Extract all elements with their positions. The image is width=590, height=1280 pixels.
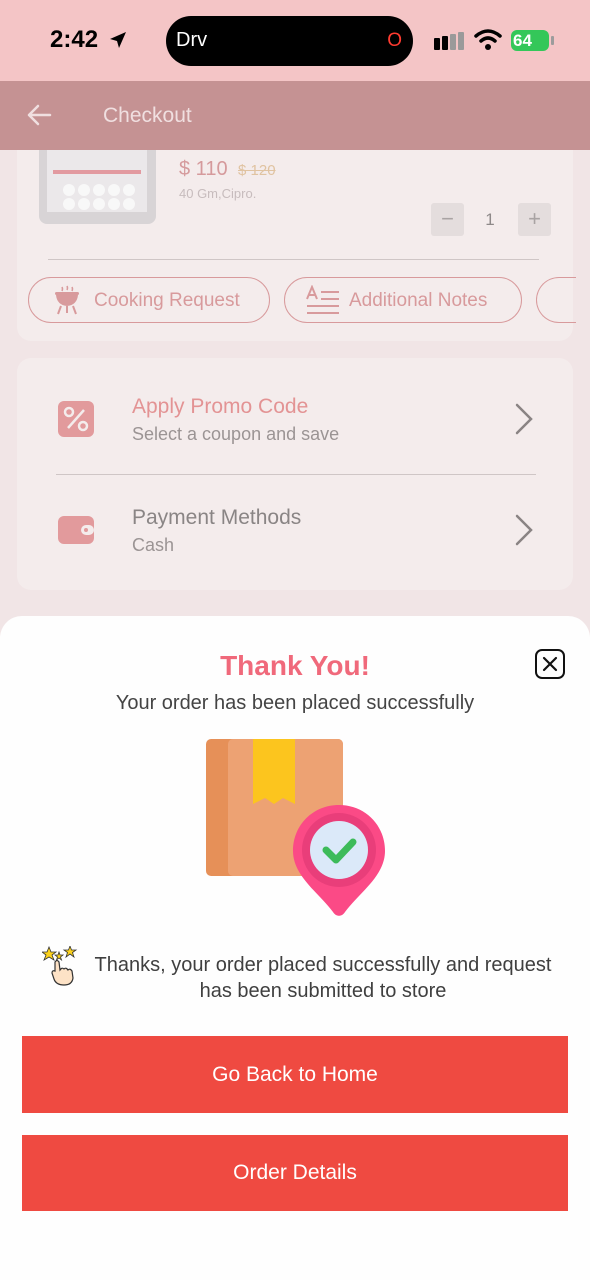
island-activity-label: Drv <box>176 29 208 51</box>
product-pack-graphic <box>47 150 147 212</box>
battery-tip <box>551 36 554 45</box>
decrease-quantity-button[interactable]: − <box>431 203 464 236</box>
status-time: 2:42 <box>50 26 99 53</box>
promo-title[interactable]: Apply Promo Code <box>132 395 308 419</box>
go-back-home-button[interactable]: Go Back to Home <box>22 1036 568 1113</box>
order-details-button[interactable]: Order Details <box>22 1135 568 1211</box>
package-delivered-icon <box>206 739 385 916</box>
success-message: Thanks, your order placed successfully a… <box>94 954 552 1002</box>
additional-notes-label: Additional Notes <box>349 290 488 311</box>
wallet-icon <box>58 516 94 544</box>
battery-icon: 64 <box>511 30 549 51</box>
product-price: $ 110 <box>179 158 228 180</box>
cooking-request-label: Cooking Request <box>94 290 240 311</box>
app-header: Checkout <box>0 81 590 150</box>
status-bar: 2:42 Drv O 64 <box>0 0 590 81</box>
page-title: Checkout <box>103 104 192 127</box>
grill-icon <box>55 285 79 315</box>
success-title: Thank You! <box>220 650 370 681</box>
product-image[interactable] <box>39 150 156 224</box>
increase-quantity-button[interactable]: + <box>518 203 551 236</box>
options-divider <box>56 474 536 475</box>
more-actions-pill[interactable] <box>536 277 576 323</box>
promo-percent-icon <box>58 401 94 437</box>
success-subtitle: Your order has been placed successfully <box>115 692 475 714</box>
promo-subtitle: Select a coupon and save <box>132 424 340 444</box>
order-success-sheet: Thank You! Your order has been placed su… <box>0 616 590 1280</box>
cooking-request-button[interactable]: Cooking Request <box>28 277 270 323</box>
wifi-icon <box>474 29 502 50</box>
close-button[interactable] <box>535 649 565 679</box>
additional-notes-button[interactable]: Additional Notes <box>284 277 522 323</box>
dynamic-island[interactable]: Drv O <box>166 16 413 66</box>
quantity-value: 1 <box>485 210 495 229</box>
product-subtitle: 40 Gm,Cipro. <box>179 186 257 201</box>
battery-level: 64 <box>513 31 532 50</box>
payment-subtitle: Cash <box>132 535 175 555</box>
close-icon <box>542 656 558 672</box>
location-arrow-icon <box>110 32 126 48</box>
card-divider <box>48 259 539 260</box>
promo-chevron-icon[interactable] <box>514 402 534 436</box>
back-arrow-icon[interactable] <box>26 103 52 127</box>
payment-chevron-icon[interactable] <box>514 513 534 547</box>
island-activity-indicator: O <box>387 30 402 51</box>
text-notes-icon <box>306 285 339 314</box>
cellular-signal-icon <box>434 32 464 50</box>
payment-title[interactable]: Payment Methods <box>132 506 301 530</box>
product-old-price: $ 120 <box>238 162 276 179</box>
sparkle-hand-icon <box>42 946 78 986</box>
